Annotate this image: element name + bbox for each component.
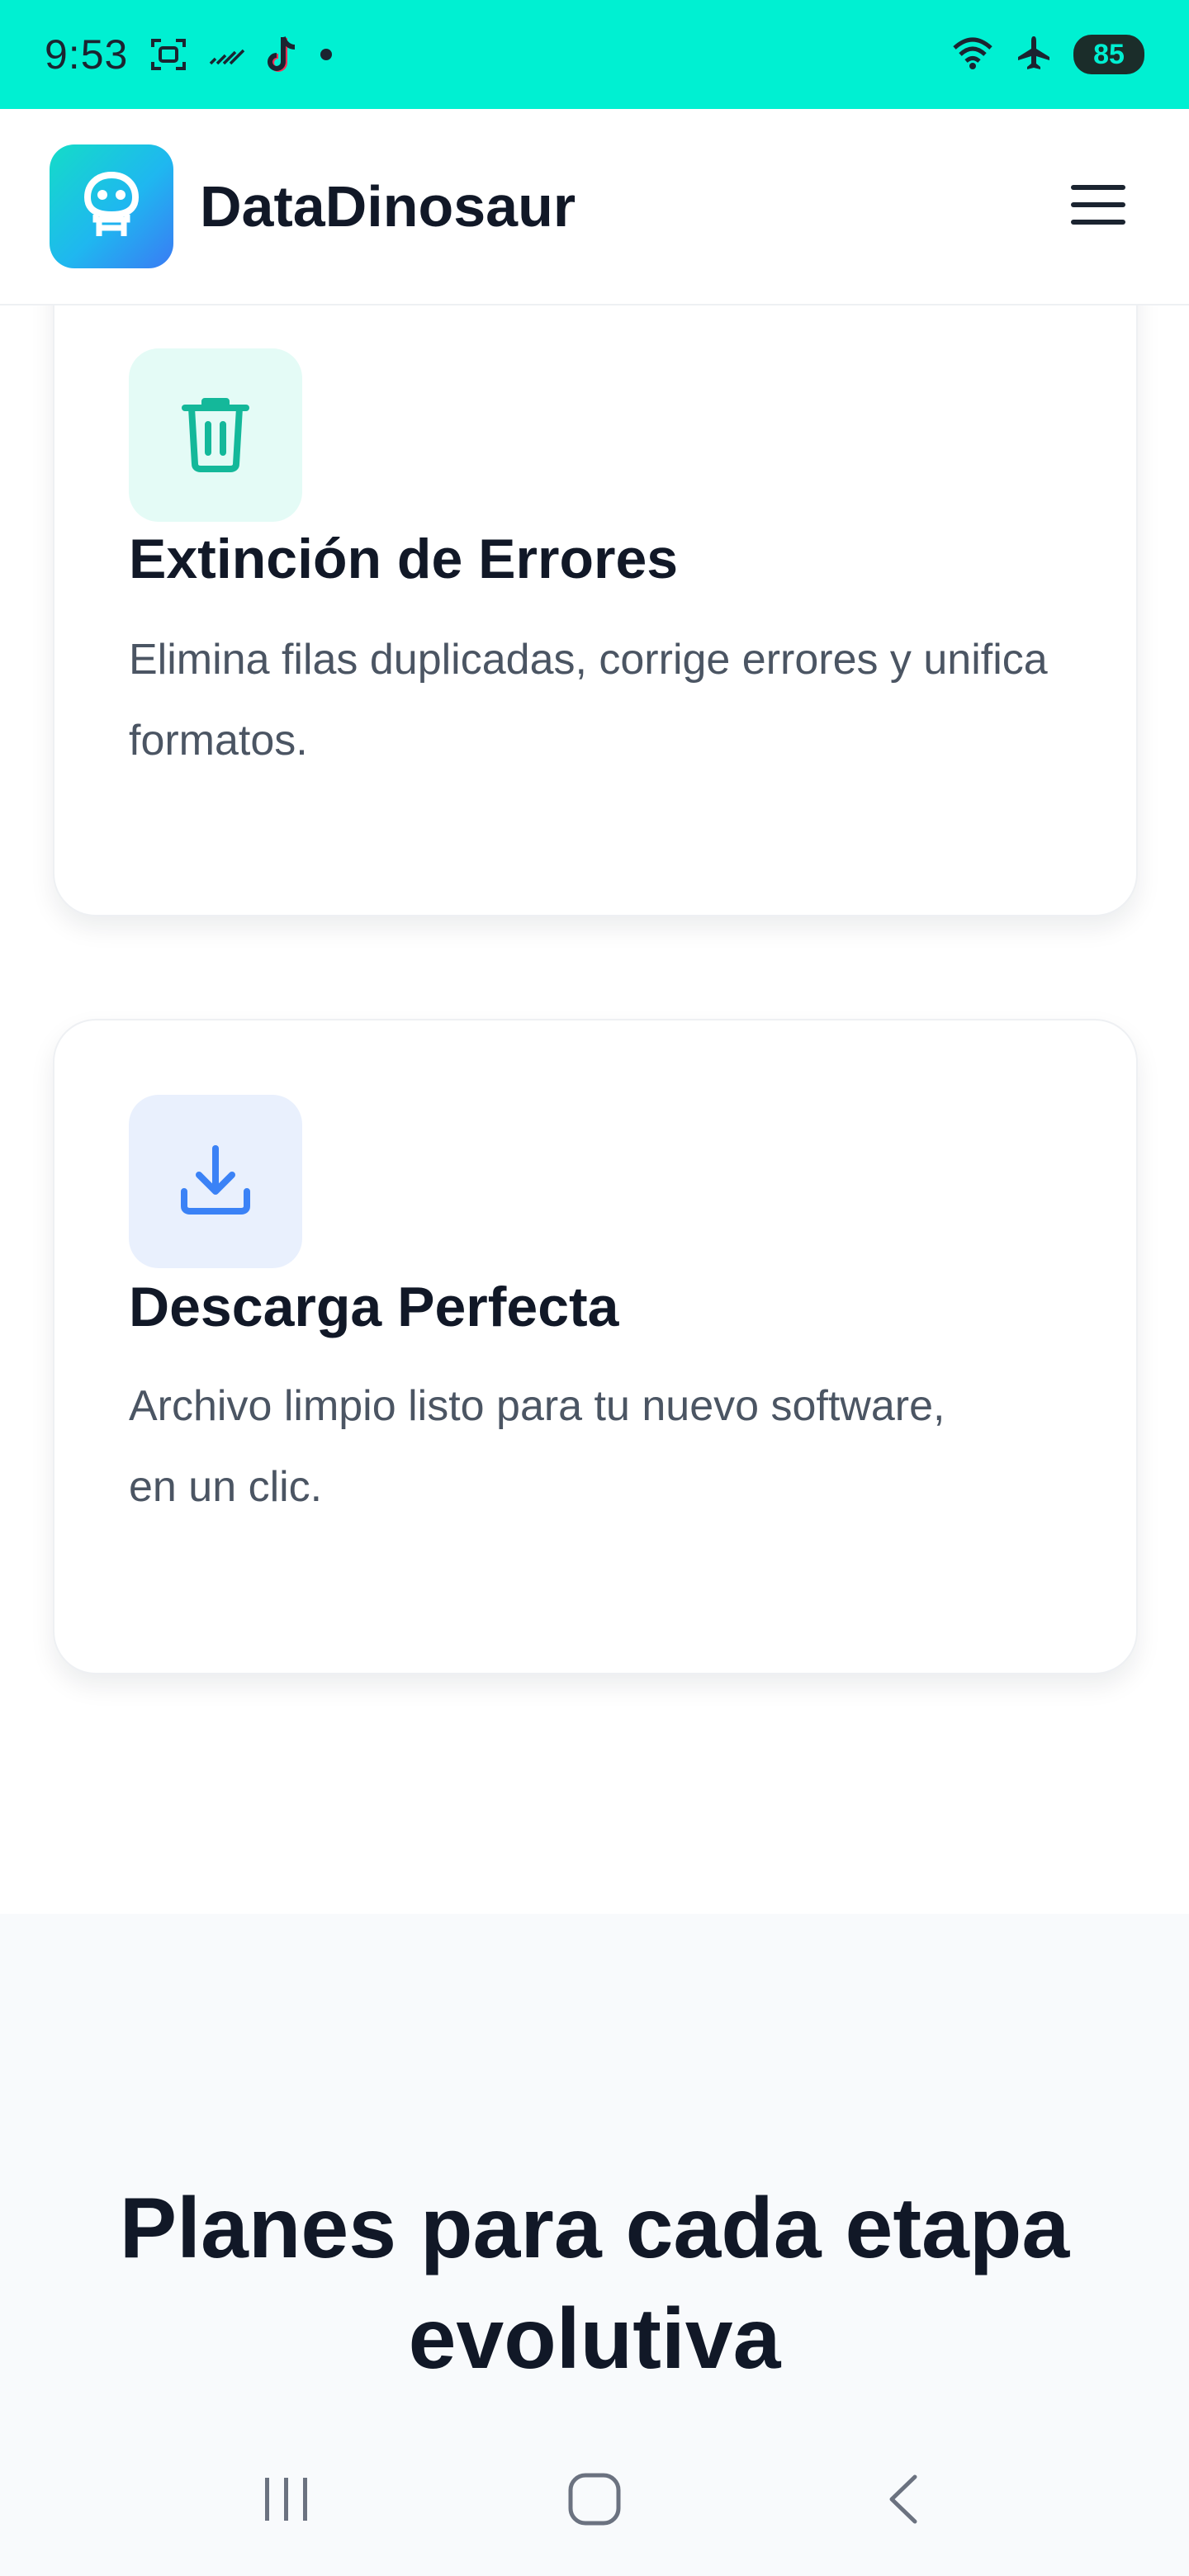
wifi-icon — [951, 35, 994, 75]
home-icon — [567, 2472, 622, 2531]
feature-title: Descarga Perfecta — [129, 1276, 619, 1338]
feature-icon-box — [129, 348, 302, 522]
system-nav-bar — [0, 2426, 1189, 2576]
status-bar: 9:53 85 — [0, 0, 1189, 109]
feature-card: Extinción de Errores Elimina filas dupli… — [53, 256, 1138, 916]
hamburger-menu-icon — [1069, 182, 1127, 232]
back-icon — [882, 2472, 923, 2531]
status-time: 9:53 — [45, 31, 129, 78]
plans-heading: Planes para cada etapa evolutiva — [119, 2181, 1070, 2387]
dot-icon — [318, 46, 334, 63]
plans-section: Planes para cada etapa evolutiva — [0, 1914, 1189, 2426]
feature-title: Extinción de Errores — [129, 528, 679, 590]
battery-icon: 85 — [1073, 35, 1144, 74]
back-button[interactable] — [853, 2451, 952, 2550]
app-header: DataDinosaur — [0, 109, 1189, 305]
recent-apps-button[interactable] — [237, 2451, 336, 2550]
status-left-icons — [148, 34, 334, 75]
feature-icon-box — [129, 1095, 302, 1268]
airplane-icon — [1016, 35, 1052, 75]
home-button[interactable] — [545, 2451, 644, 2550]
brand-logo[interactable] — [50, 144, 173, 268]
no-signal-icon — [207, 40, 245, 69]
robot-face-icon — [81, 170, 142, 244]
menu-button[interactable] — [1057, 165, 1139, 248]
brand-name[interactable]: DataDinosaur — [200, 173, 576, 239]
tiktok-icon — [263, 34, 300, 75]
download-icon — [178, 1142, 253, 1222]
feature-description: Archivo limpio listo para tu nuevo softw… — [129, 1382, 945, 1511]
trash-icon — [178, 393, 253, 478]
feature-card: Descarga Perfecta Archivo limpio listo p… — [53, 1019, 1138, 1674]
recent-apps-icon — [260, 2474, 313, 2528]
status-right-icons: 85 — [951, 35, 1144, 75]
screenshot-icon — [148, 34, 189, 75]
feature-description: Elimina filas duplicadas, corrige errore… — [129, 636, 1048, 765]
